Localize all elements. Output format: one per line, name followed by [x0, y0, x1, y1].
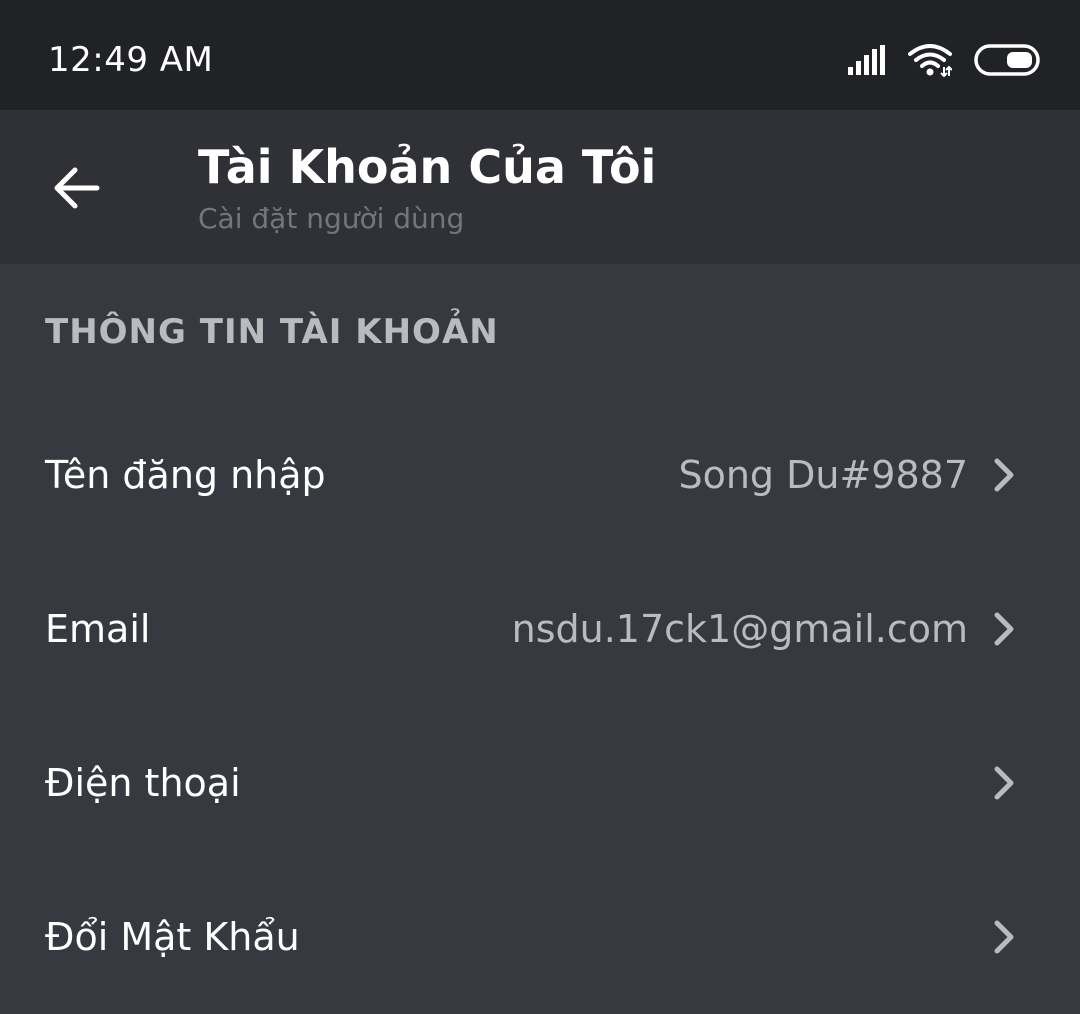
- app-header: Tài Khoản Của Tôi Cài đặt người dùng: [0, 110, 1080, 264]
- row-value: Song Du#9887: [678, 453, 968, 497]
- row-label: Điện thoại: [45, 761, 241, 805]
- wifi-icon: [908, 43, 953, 81]
- row-label: Đổi Mật Khẩu: [45, 915, 300, 959]
- arrow-left-icon: [51, 166, 101, 214]
- row-change-password[interactable]: Đổi Mật Khẩu: [0, 860, 1080, 1014]
- row-label: Email: [45, 607, 151, 651]
- status-icons: [848, 44, 1042, 80]
- battery-icon: [974, 44, 1042, 80]
- page-title: Tài Khoản Của Tôi: [198, 140, 657, 194]
- status-bar: 12:49 AM: [0, 0, 1080, 110]
- chevron-right-icon: [990, 455, 1018, 495]
- back-button[interactable]: [40, 154, 112, 226]
- section-header-account-info: THÔNG TIN TÀI KHOẢN: [45, 312, 499, 352]
- row-username[interactable]: Tên đăng nhập Song Du#9887: [0, 398, 1080, 552]
- status-time: 12:49 AM: [48, 40, 214, 80]
- chevron-right-icon: [990, 609, 1018, 649]
- row-email[interactable]: Email nsdu.17ck1@gmail.com: [0, 552, 1080, 706]
- page-subtitle: Cài đặt người dùng: [198, 202, 465, 235]
- signal-icon: [848, 45, 886, 79]
- chevron-right-icon: [990, 763, 1018, 803]
- row-value: nsdu.17ck1@gmail.com: [511, 607, 968, 651]
- row-phone[interactable]: Điện thoại: [0, 706, 1080, 860]
- chevron-right-icon: [990, 917, 1018, 957]
- row-label: Tên đăng nhập: [45, 453, 326, 497]
